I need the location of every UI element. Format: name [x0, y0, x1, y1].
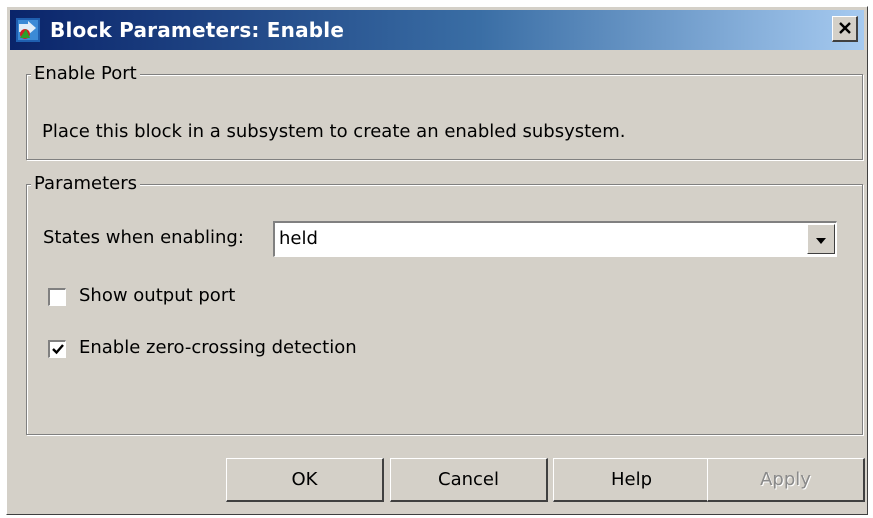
chevron-down-icon	[815, 229, 827, 250]
window-title: Block Parameters: Enable	[50, 18, 345, 42]
ok-button[interactable]: OK	[226, 458, 384, 502]
states-when-enabling-select[interactable]: held	[273, 221, 837, 257]
enable-port-legend: Enable Port	[31, 63, 140, 84]
apply-button[interactable]: Apply	[707, 458, 865, 502]
states-when-enabling-value: held	[279, 228, 318, 249]
zero-crossing-checkbox[interactable]	[48, 340, 66, 358]
zero-crossing-label[interactable]: Enable zero-crossing detection	[79, 337, 357, 358]
dropdown-button[interactable]	[807, 224, 835, 254]
help-button[interactable]: Help	[553, 458, 711, 502]
show-output-port-label[interactable]: Show output port	[79, 285, 235, 306]
cancel-button[interactable]: Cancel	[390, 458, 548, 502]
parameters-legend: Parameters	[31, 173, 141, 194]
parameters-group: Parameters States when enabling: held Sh…	[26, 173, 863, 435]
states-when-enabling-label: States when enabling:	[43, 227, 244, 248]
enable-port-description: Place this block in a subsystem to creat…	[42, 121, 626, 142]
enable-port-group: Enable Port Place this block in a subsys…	[26, 63, 863, 160]
dialog-window: Block Parameters: Enable Enable Port Pla…	[6, 6, 868, 515]
close-button[interactable]	[832, 16, 858, 42]
title-bar[interactable]: Block Parameters: Enable	[10, 10, 864, 50]
close-icon	[838, 18, 852, 39]
show-output-port-checkbox[interactable]	[48, 288, 66, 306]
simulink-block-icon	[16, 18, 40, 42]
checkmark-icon	[51, 339, 64, 360]
